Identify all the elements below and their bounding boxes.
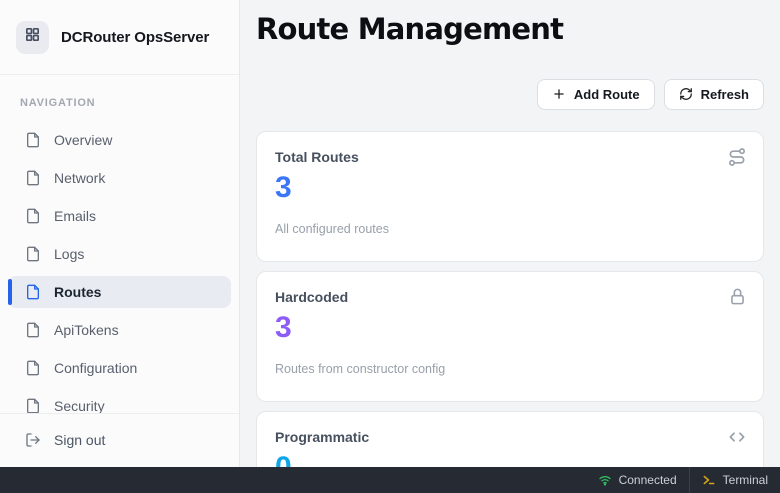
- card-title: Programmatic: [275, 429, 745, 445]
- refresh-icon: [679, 87, 693, 101]
- lock-icon: [728, 287, 747, 306]
- sidebar-item-label: ApiTokens: [54, 322, 119, 338]
- card-total-routes: Total Routes 3 All configured routes: [256, 131, 764, 262]
- terminal-prompt-icon: [702, 473, 716, 487]
- file-icon: [25, 246, 41, 262]
- sidebar-item-configuration[interactable]: Configuration: [8, 352, 231, 384]
- connection-status[interactable]: Connected: [586, 467, 689, 493]
- nav-section-label: NAVIGATION: [8, 97, 231, 109]
- sidebar-item-label: Overview: [54, 132, 112, 148]
- file-icon: [25, 132, 41, 148]
- status-bar: Connected Terminal: [0, 467, 780, 493]
- refresh-button[interactable]: Refresh: [664, 79, 764, 110]
- file-icon: [25, 284, 41, 300]
- file-icon: [25, 360, 41, 376]
- add-route-button[interactable]: Add Route: [537, 79, 655, 110]
- card-description: Routes from constructor config: [275, 362, 745, 376]
- route-icon: [727, 147, 747, 167]
- terminal-label: Terminal: [723, 473, 768, 487]
- plus-icon: [552, 87, 566, 101]
- refresh-label: Refresh: [701, 87, 749, 102]
- app-window: DCRouter OpsServer NAVIGATION Overview N…: [0, 0, 780, 467]
- sidebar-item-security[interactable]: Security: [8, 390, 231, 413]
- sidebar-footer: Sign out: [0, 413, 239, 467]
- code-icon: [727, 427, 747, 447]
- sidebar-item-apitokens[interactable]: ApiTokens: [8, 314, 231, 346]
- grid-icon: [24, 26, 41, 48]
- brand-title: DCRouter OpsServer: [61, 29, 209, 46]
- sidebar-item-label: Network: [54, 170, 105, 186]
- terminal-toggle[interactable]: Terminal: [689, 467, 780, 493]
- sidebar-nav: NAVIGATION Overview Network Emails: [0, 75, 239, 413]
- sidebar-item-network[interactable]: Network: [8, 162, 231, 194]
- sidebar-item-label: Routes: [54, 284, 101, 300]
- sidebar-item-overview[interactable]: Overview: [8, 124, 231, 156]
- card-description: All configured routes: [275, 222, 745, 236]
- card-value: 3: [275, 313, 745, 343]
- card-value: 3: [275, 173, 745, 203]
- card-programmatic: Programmatic 0: [256, 411, 764, 467]
- connection-status-label: Connected: [619, 473, 677, 487]
- card-hardcoded: Hardcoded 3 Routes from constructor conf…: [256, 271, 764, 402]
- logout-icon: [25, 432, 41, 448]
- card-title: Total Routes: [275, 149, 745, 165]
- sidebar: DCRouter OpsServer NAVIGATION Overview N…: [0, 0, 240, 467]
- header-actions: Add Route Refresh: [256, 79, 764, 110]
- file-icon: [25, 208, 41, 224]
- sidebar-item-routes[interactable]: Routes: [8, 276, 231, 308]
- sidebar-item-label: Emails: [54, 208, 96, 224]
- app-logo: [16, 21, 49, 54]
- page-title: Route Management: [256, 12, 764, 47]
- sign-out-label: Sign out: [54, 432, 105, 448]
- sidebar-item-label: Security: [54, 398, 105, 413]
- stat-cards: Total Routes 3 All configured routes Har…: [256, 131, 764, 467]
- sidebar-item-label: Configuration: [54, 360, 137, 376]
- card-value: 0: [275, 453, 745, 467]
- wifi-icon: [598, 473, 612, 487]
- sidebar-header: DCRouter OpsServer: [0, 0, 239, 75]
- card-title: Hardcoded: [275, 289, 745, 305]
- add-route-label: Add Route: [574, 87, 640, 102]
- sidebar-item-label: Logs: [54, 246, 84, 262]
- file-icon: [25, 170, 41, 186]
- sidebar-item-logs[interactable]: Logs: [8, 238, 231, 270]
- sign-out-button[interactable]: Sign out: [8, 422, 231, 458]
- sidebar-item-emails[interactable]: Emails: [8, 200, 231, 232]
- file-icon: [25, 398, 41, 413]
- file-icon: [25, 322, 41, 338]
- main-content: Route Management Add Route Refresh Total…: [240, 0, 780, 467]
